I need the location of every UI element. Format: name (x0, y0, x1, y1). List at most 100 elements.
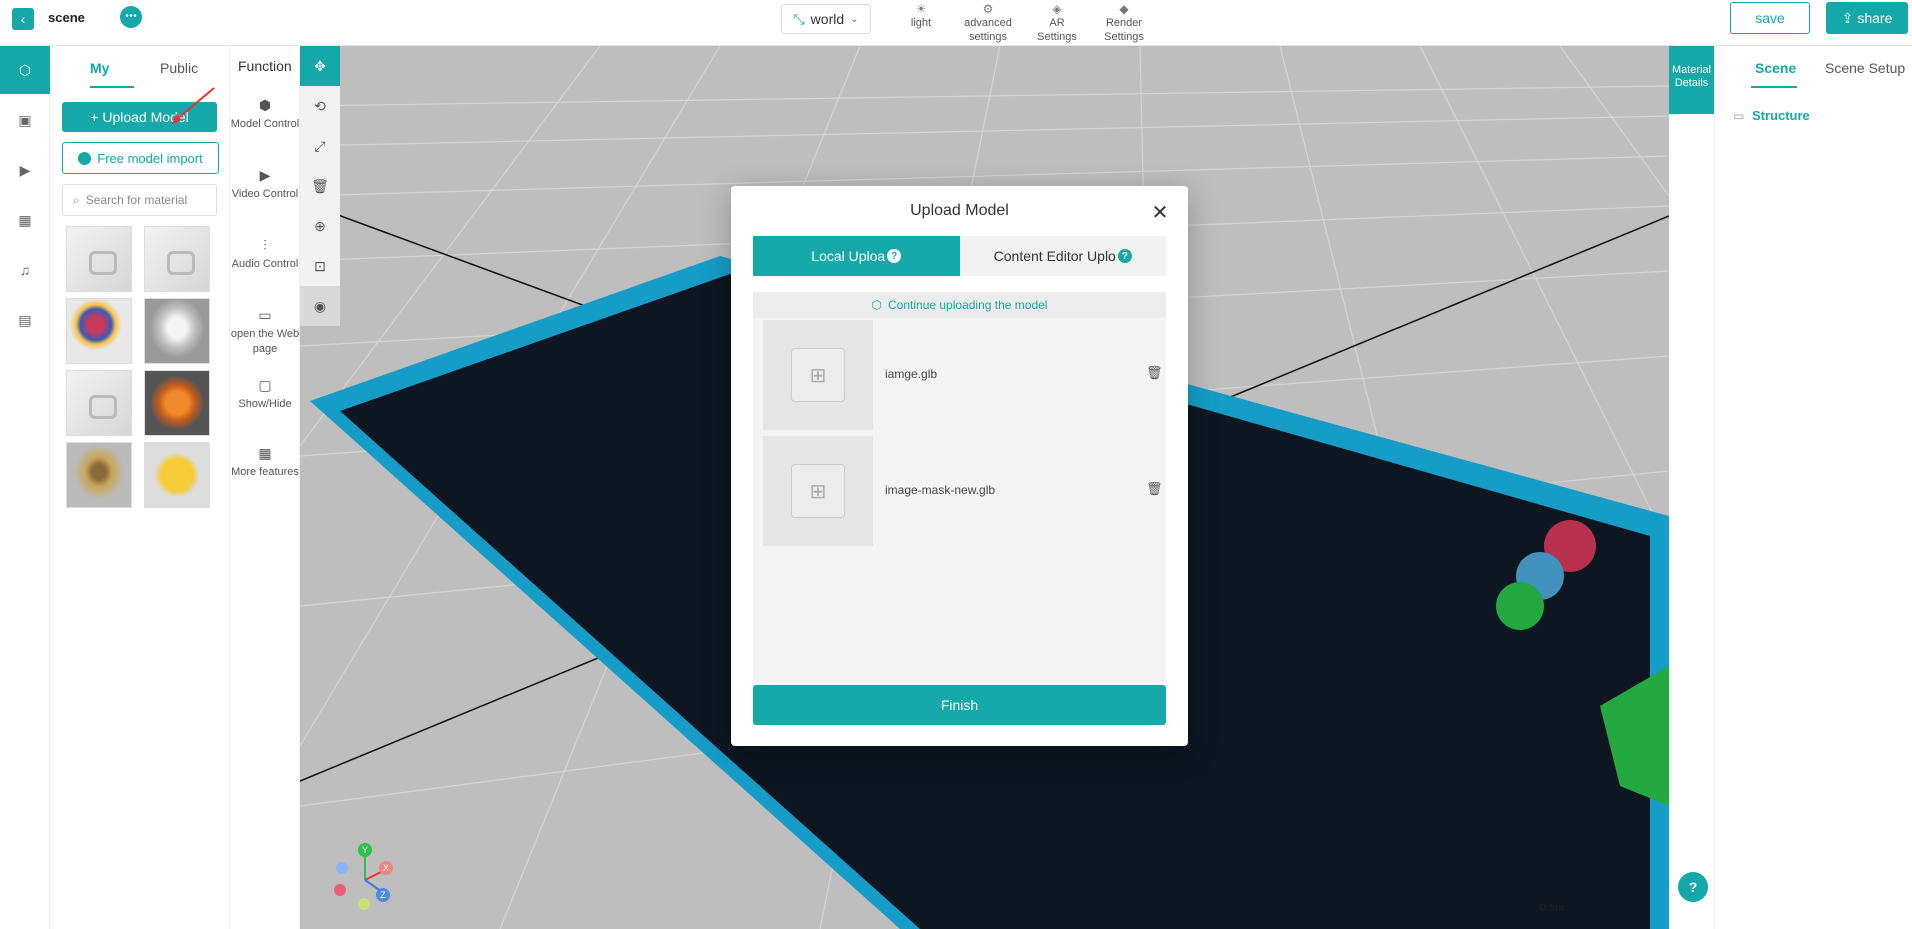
continue-upload-link[interactable]: ⬡ Continue uploading the model (753, 292, 1166, 318)
image-icon[interactable]: ▦ (0, 196, 50, 244)
axis-x-label: X (383, 863, 389, 873)
search-placeholder: Search for material (85, 193, 188, 207)
scale-icon[interactable]: ⤢ (300, 126, 340, 166)
video-control-button[interactable]: ▶ Video Control (230, 168, 300, 202)
chat-icon[interactable] (120, 6, 142, 28)
model-control-button[interactable]: ⬢ Model Control (230, 98, 300, 132)
material-thumbnail[interactable] (144, 298, 210, 364)
material-search-input[interactable]: ⌕ Search for material (62, 184, 217, 216)
scale-label: 0.5m (1540, 902, 1565, 914)
video-icon[interactable]: ▶ (0, 146, 50, 194)
tab-local-upload[interactable]: Local Uploa ? (753, 236, 960, 276)
finish-button[interactable]: Finish (753, 685, 1166, 725)
trash-icon[interactable]: 🗑 (300, 166, 340, 206)
cube-icon: ⬢ (258, 97, 272, 113)
tab-underline (1751, 86, 1797, 88)
material-panel: My Public + Upload Model Free model impo… (50, 46, 230, 929)
photo-edit-icon[interactable]: ▤ (0, 296, 50, 344)
axis-y-label: Y (362, 845, 368, 855)
ar-icon: ◈ (1052, 2, 1062, 16)
tab-scene[interactable]: Scene (1755, 60, 1796, 76)
image-add-icon: ⊞ (791, 348, 845, 402)
world-dropdown[interactable]: ⤡ world ⌄ (781, 4, 871, 34)
structure-label: Structure (1751, 108, 1810, 123)
material-thumbnail[interactable] (66, 298, 132, 364)
material-thumbnail[interactable] (66, 442, 132, 508)
local-upload-label: Local Uploa (811, 248, 886, 264)
music-icon[interactable]: ♫ (0, 246, 50, 294)
cube-icon: ⬡ (871, 298, 883, 312)
material-thumbnail[interactable] (144, 442, 210, 508)
scene-title: scene (48, 10, 85, 25)
sliders-icon: ⫶ (263, 237, 267, 253)
axis-gizmo[interactable]: Y X Z (330, 840, 400, 910)
plus-icon: + (90, 109, 99, 125)
trash-icon[interactable]: 🗑 (1146, 481, 1163, 497)
share-button[interactable]: ⇪ share (1826, 2, 1908, 34)
show-hide-button[interactable]: ▢ Show/Hide (230, 378, 300, 412)
tab-public[interactable]: Public (160, 60, 198, 76)
close-icon[interactable]: ✕ (1148, 200, 1172, 224)
rotate-icon[interactable]: ⟲ (300, 86, 340, 126)
left-icon-rail: ⬡ ▣ ▶ ▦ ♫ ▤ (0, 46, 50, 929)
ar-settings-button[interactable]: ◈ AR Settings (1032, 2, 1082, 44)
light-button[interactable]: ☀ light (904, 2, 938, 30)
open-web-page-label: open the Web page (230, 328, 300, 355)
chevron-down-icon: ⌄ (850, 13, 859, 25)
image-add-icon: ⊞ (791, 464, 845, 518)
import-icon (78, 151, 92, 165)
monitor-icon: ▭ (258, 307, 272, 323)
help-icon[interactable]: ? (887, 249, 902, 263)
upload-file-list: ⬡ Continue uploading the model ⊞ iamge.g… (753, 292, 1166, 682)
file-name: image-mask-new.glb (885, 483, 996, 497)
back-button[interactable]: ‹ (12, 8, 34, 30)
content-editor-upload-label: Content Editor Uplo (993, 248, 1116, 264)
ar-icon[interactable]: ▣ (0, 96, 50, 144)
material-thumbnail[interactable] (144, 226, 210, 292)
share-label: share (1857, 10, 1893, 26)
tab-my[interactable]: My (90, 60, 109, 76)
open-web-page-button[interactable]: ▭ open the Web page (230, 308, 300, 357)
target-icon[interactable]: ⊕ (300, 206, 340, 246)
save-button[interactable]: save (1730, 2, 1810, 34)
model-icon[interactable]: ⬡ (0, 46, 50, 94)
function-title: Function (238, 58, 292, 74)
show-hide-icon: ▢ (258, 377, 272, 393)
function-panel: Function ⬢ Model Control ▶ Video Control… (230, 46, 300, 929)
file-thumbnail[interactable]: ⊞ (763, 436, 873, 546)
help-icon[interactable]: ? (1117, 249, 1132, 263)
material-thumbnail[interactable] (144, 370, 210, 436)
tab-scene-setup[interactable]: Scene Setup (1825, 60, 1905, 76)
upload-tabs: Local Uploa ? Content Editor Uplo ? (753, 236, 1166, 276)
transform-toolbar: ✥ ⟲ ⤢ 🗑 ⊕ ⊡ ◉ (300, 46, 340, 326)
tab-content-editor-upload[interactable]: Content Editor Uplo ? (959, 236, 1166, 276)
material-thumbnail[interactable] (66, 226, 132, 292)
audio-control-button[interactable]: ⫶ Audio Control (230, 238, 300, 272)
fit-icon[interactable]: ⊡ (300, 246, 340, 286)
video-control-label: Video Control (231, 188, 299, 200)
material-details-tab[interactable]: Material Details (1669, 46, 1714, 114)
eye-icon[interactable]: ◉ (300, 286, 340, 326)
material-thumbnail[interactable] (66, 370, 132, 436)
free-model-import-label: Free model import (97, 150, 203, 166)
video-icon: ▶ (259, 167, 271, 183)
trash-icon[interactable]: 🗑 (1146, 365, 1163, 381)
help-button[interactable]: ? (1678, 872, 1708, 902)
more-features-button[interactable]: ▦ More features (230, 446, 300, 480)
axis-icon: ⤡ (793, 10, 805, 27)
render-icon: ◆ (1119, 2, 1129, 16)
structure-tree[interactable]: ▭ Structure (1733, 108, 1810, 123)
model-control-label: Model Control (230, 118, 300, 130)
sun-icon: ☀ (915, 2, 927, 16)
render-settings-button[interactable]: ◆ Render Settings (1098, 2, 1150, 44)
file-thumbnail[interactable]: ⊞ (763, 320, 873, 430)
move-icon[interactable]: ✥ (300, 46, 340, 86)
gear-icon: ⚙ (982, 2, 994, 16)
audio-control-label: Audio Control (231, 258, 299, 270)
red-arrow-annotation (172, 87, 215, 124)
continue-upload-label: Continue uploading the model (888, 298, 1048, 312)
advanced-settings-button[interactable]: ⚙ advanced settings (958, 2, 1018, 44)
free-model-import-button[interactable]: Free model import (62, 142, 219, 174)
grid-icon: ▦ (258, 445, 272, 461)
folder-icon: ▭ (1733, 109, 1745, 123)
